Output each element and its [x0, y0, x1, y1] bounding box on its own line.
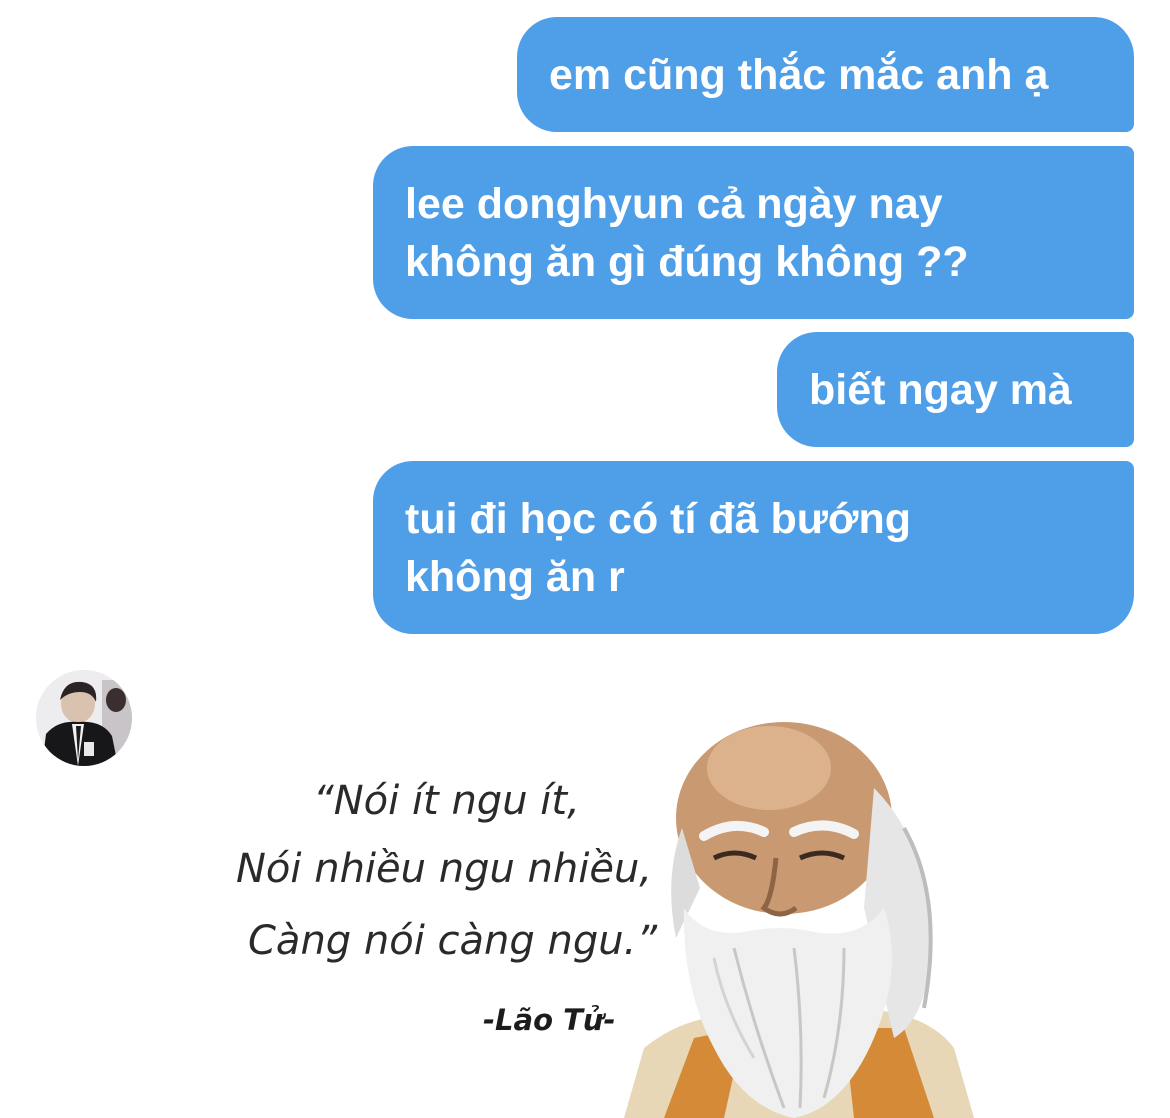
- message-text: tui đi học có tí đã bướng không ăn r: [405, 494, 912, 601]
- quote-author: -Lão Tử-: [483, 1003, 616, 1037]
- quote-line: Nói nhiều ngu nhiều,: [236, 846, 653, 892]
- avatar-photo: [36, 670, 132, 766]
- sent-message-bubble[interactable]: lee donghyun cả ngày nay không ăn gì đún…: [373, 146, 1134, 319]
- message-text: lee donghyun cả ngày nay không ăn gì đún…: [405, 179, 969, 286]
- sent-message-bubble[interactable]: em cũng thắc mắc anh ạ: [517, 17, 1134, 132]
- message-text: biết ngay mà: [809, 365, 1072, 414]
- quote-line: Càng nói càng ngu.”: [248, 918, 658, 964]
- sage-portrait: [624, 722, 974, 1118]
- sent-message-bubble[interactable]: biết ngay mà: [777, 332, 1134, 447]
- image-message[interactable]: “Nói ít ngu ít, Nói nhiều ngu nhiều, Càn…: [158, 670, 974, 1118]
- contact-avatar[interactable]: [36, 670, 132, 766]
- message-text: em cũng thắc mắc anh ạ: [549, 50, 1049, 99]
- quote-line: “Nói ít ngu ít,: [313, 778, 580, 824]
- sent-message-bubble[interactable]: tui đi học có tí đã bướng không ăn r: [373, 461, 1134, 634]
